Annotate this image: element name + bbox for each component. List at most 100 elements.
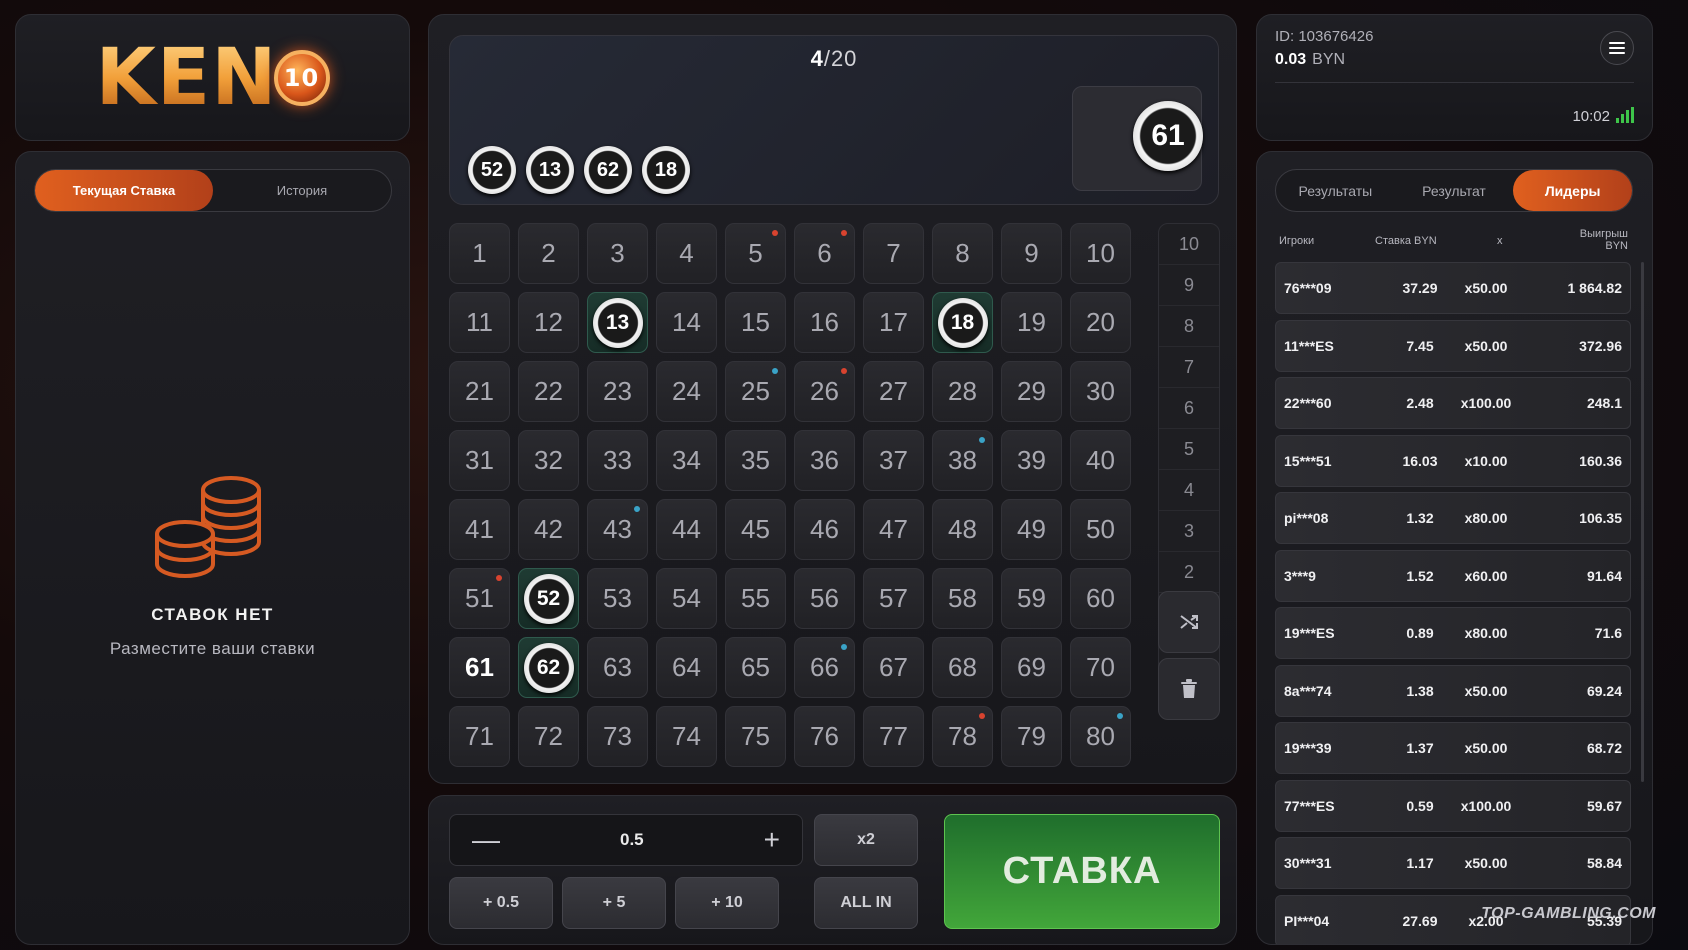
number-cell[interactable]: 41	[449, 499, 510, 560]
number-cell[interactable]: 70	[1070, 637, 1131, 698]
number-cell[interactable]: 80	[1070, 706, 1131, 767]
number-cell[interactable]: 50	[1070, 499, 1131, 560]
number-cell[interactable]: 9	[1001, 223, 1062, 284]
number-cell[interactable]: 14	[656, 292, 717, 353]
number-cell[interactable]: 68	[932, 637, 993, 698]
add-10-button[interactable]: + 10	[675, 877, 779, 929]
number-cell[interactable]: 67	[863, 637, 924, 698]
number-cell[interactable]: 47	[863, 499, 924, 560]
number-cell[interactable]: 48	[932, 499, 993, 560]
number-cell[interactable]: 32	[518, 430, 579, 491]
clear-button[interactable]	[1158, 658, 1220, 720]
pick-count[interactable]: 4	[1159, 470, 1219, 511]
pick-count[interactable]: 2	[1159, 552, 1219, 593]
number-cell[interactable]: 64	[656, 637, 717, 698]
tab-current-bet[interactable]: Текущая Ставка	[35, 170, 213, 211]
number-cell[interactable]: 27	[863, 361, 924, 422]
number-cell[interactable]: 73	[587, 706, 648, 767]
increase-bet-button[interactable]: +	[764, 824, 780, 856]
number-cell[interactable]: 42	[518, 499, 579, 560]
pick-count[interactable]: 6	[1159, 388, 1219, 429]
number-cell[interactable]: 34	[656, 430, 717, 491]
pick-count[interactable]: 3	[1159, 511, 1219, 552]
number-cell[interactable]: 78	[932, 706, 993, 767]
number-cell[interactable]: 4	[656, 223, 717, 284]
number-cell[interactable]: 24	[656, 361, 717, 422]
number-cell[interactable]: 12	[518, 292, 579, 353]
all-in-button[interactable]: ALL IN	[814, 877, 918, 929]
number-cell[interactable]: 15	[725, 292, 786, 353]
number-cell[interactable]: 63	[587, 637, 648, 698]
number-cell[interactable]: 21	[449, 361, 510, 422]
number-cell[interactable]: 72	[518, 706, 579, 767]
number-cell[interactable]: 79	[1001, 706, 1062, 767]
random-pick-button[interactable]	[1158, 591, 1220, 653]
pick-count[interactable]: 7	[1159, 347, 1219, 388]
number-cell[interactable]: 33	[587, 430, 648, 491]
bet-amount-value[interactable]: 0.5	[620, 830, 644, 850]
number-cell[interactable]: 57	[863, 568, 924, 629]
number-cell[interactable]: 28	[932, 361, 993, 422]
number-cell[interactable]: 23	[587, 361, 648, 422]
number-cell[interactable]: 66	[794, 637, 855, 698]
number-cell[interactable]: 44	[656, 499, 717, 560]
number-cell[interactable]: 29	[1001, 361, 1062, 422]
tab-result[interactable]: Результат	[1395, 170, 1514, 211]
number-cell[interactable]: 25	[725, 361, 786, 422]
number-cell[interactable]: 56	[794, 568, 855, 629]
number-cell[interactable]: 54	[656, 568, 717, 629]
number-cell[interactable]: 31	[449, 430, 510, 491]
pick-count[interactable]: 9	[1159, 265, 1219, 306]
number-cell[interactable]: 43	[587, 499, 648, 560]
scrollbar[interactable]	[1641, 262, 1644, 782]
number-cell[interactable]: 55	[725, 568, 786, 629]
number-cell[interactable]: 53	[587, 568, 648, 629]
number-cell[interactable]: 19	[1001, 292, 1062, 353]
number-cell[interactable]: 1	[449, 223, 510, 284]
number-cell[interactable]: 11	[449, 292, 510, 353]
number-cell[interactable]: 45	[725, 499, 786, 560]
number-cell[interactable]: 74	[656, 706, 717, 767]
number-cell[interactable]: 65	[725, 637, 786, 698]
add-5-button[interactable]: + 5	[562, 877, 666, 929]
number-cell[interactable]: 46	[794, 499, 855, 560]
number-cell[interactable]: 3	[587, 223, 648, 284]
number-cell[interactable]: 37	[863, 430, 924, 491]
number-cell[interactable]: 49	[1001, 499, 1062, 560]
number-cell[interactable]: 17	[863, 292, 924, 353]
number-cell[interactable]: 35	[725, 430, 786, 491]
number-cell[interactable]: 7	[863, 223, 924, 284]
number-cell[interactable]: 69	[1001, 637, 1062, 698]
number-cell[interactable]: 8	[932, 223, 993, 284]
number-cell[interactable]: 77	[863, 706, 924, 767]
number-cell[interactable]: 5	[725, 223, 786, 284]
number-cell[interactable]: 40	[1070, 430, 1131, 491]
number-cell[interactable]: 18	[932, 292, 993, 353]
number-cell[interactable]: 51	[449, 568, 510, 629]
number-cell[interactable]: 62	[518, 637, 579, 698]
number-cell[interactable]: 52	[518, 568, 579, 629]
number-cell[interactable]: 36	[794, 430, 855, 491]
tab-leaders[interactable]: Лидеры	[1513, 170, 1633, 211]
tab-results[interactable]: Результаты	[1276, 170, 1395, 211]
number-cell[interactable]: 10	[1070, 223, 1131, 284]
pick-count[interactable]: 10	[1159, 224, 1219, 265]
number-cell[interactable]: 60	[1070, 568, 1131, 629]
number-cell[interactable]: 38	[932, 430, 993, 491]
place-bet-button[interactable]: СТАВКА	[944, 814, 1220, 929]
decrease-bet-button[interactable]: —	[472, 824, 500, 856]
number-cell[interactable]: 58	[932, 568, 993, 629]
number-cell[interactable]: 39	[1001, 430, 1062, 491]
number-cell[interactable]: 71	[449, 706, 510, 767]
menu-button[interactable]	[1600, 31, 1634, 65]
number-cell[interactable]: 76	[794, 706, 855, 767]
number-cell[interactable]: 75	[725, 706, 786, 767]
double-bet-button[interactable]: x2	[814, 814, 918, 866]
number-cell[interactable]: 30	[1070, 361, 1131, 422]
number-cell[interactable]: 22	[518, 361, 579, 422]
number-cell[interactable]: 13	[587, 292, 648, 353]
number-cell[interactable]: 20	[1070, 292, 1131, 353]
number-cell[interactable]: 2	[518, 223, 579, 284]
pick-count[interactable]: 5	[1159, 429, 1219, 470]
number-cell[interactable]: 26	[794, 361, 855, 422]
